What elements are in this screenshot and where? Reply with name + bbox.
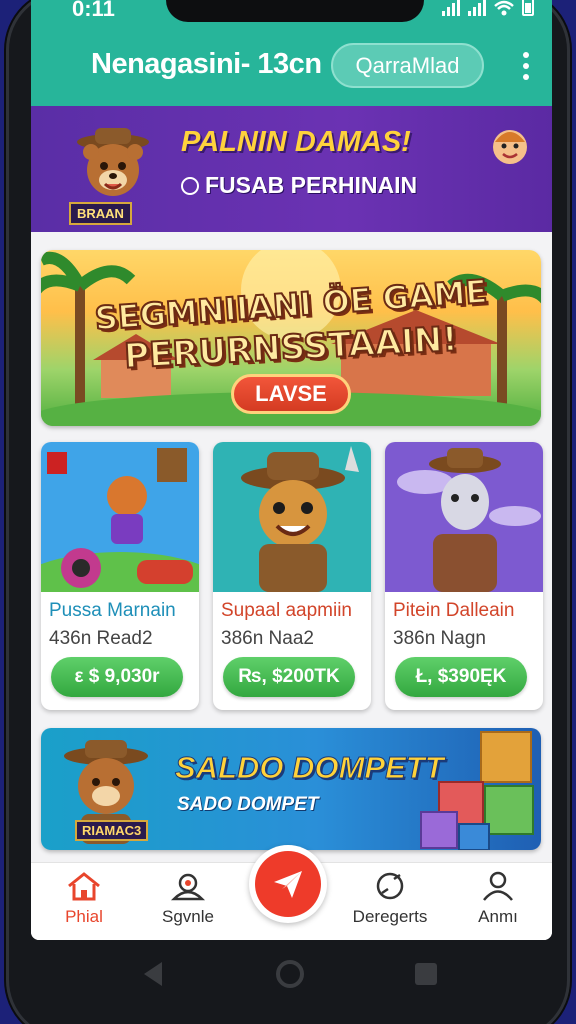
promo-subtitle: FUSAB PERHINAIN xyxy=(181,172,417,199)
coin-icon xyxy=(181,177,199,195)
game-card[interactable]: Supaal aapmiin 386n Naa2 ₨, $200TK xyxy=(213,442,371,710)
status-icons xyxy=(442,0,534,16)
app-bar: 0:11 Nenagasini- 13cn QarraMlad xyxy=(31,0,552,106)
game-name: Pussa Marnain xyxy=(49,600,176,621)
wifi-icon xyxy=(494,0,514,16)
deposit-icon xyxy=(376,872,404,900)
game-art-image xyxy=(385,442,543,592)
hero-banner[interactable]: SEGMNIIANI ÖE GAME PERURNSSTAAIN! LAVSE xyxy=(41,250,541,426)
mascot-face-icon xyxy=(493,130,527,164)
camera-notch xyxy=(166,0,424,22)
promo-banner[interactable]: BRAAN PALNIN DAMAS! FUSAB PERHINAIN xyxy=(31,106,552,232)
game-price-button[interactable]: ε $ 9,030r xyxy=(51,657,183,697)
recents-icon[interactable] xyxy=(412,960,440,988)
nav-label: Deregerts xyxy=(352,907,428,926)
signal-2-icon xyxy=(468,0,486,16)
game-art-image xyxy=(213,442,371,592)
wallet-balance-banner[interactable]: RIAMAC3 SALDO DOMPETT SADO DOMPET xyxy=(41,728,541,850)
nav-item-home[interactable]: Phial xyxy=(39,871,129,927)
app-screen: 0:11 Nenagasini- 13cn QarraMlad BRAAN PA… xyxy=(31,0,552,940)
blocks-illustration xyxy=(420,731,534,850)
app-title: Nenagasini- 13cn xyxy=(91,48,322,80)
games-icon xyxy=(170,873,206,901)
home-icon xyxy=(68,872,100,901)
game-name: Pitein Dalleain xyxy=(393,600,515,621)
header-action-button[interactable]: QarraMlad xyxy=(331,43,484,88)
mascot-bear-icon xyxy=(77,128,149,196)
center-action-button[interactable] xyxy=(249,845,327,923)
profile-icon xyxy=(483,871,513,901)
signal-icon xyxy=(442,0,460,16)
bottom-navigation: Phial Sgvnle Deregerts Anmı xyxy=(31,845,552,940)
game-players: 386n Nagn xyxy=(393,628,486,649)
promo-subtitle-text: FUSAB PERHINAIN xyxy=(205,172,418,198)
game-card[interactable]: Pitein Dalleain 386n Nagn Ł, $390ĘK xyxy=(385,442,543,710)
nav-item-deposit[interactable]: Deregerts xyxy=(345,871,435,927)
nav-label: Anmı xyxy=(478,907,518,926)
status-time: 0:11 xyxy=(72,0,115,21)
more-options-icon[interactable] xyxy=(522,52,530,80)
nav-item-profile[interactable]: Anmı xyxy=(453,871,543,927)
battery-icon xyxy=(522,0,534,16)
game-art-image xyxy=(41,442,199,592)
send-icon xyxy=(274,871,302,898)
brand-badge: RIAMAC3 xyxy=(75,820,149,841)
nav-label: Phial xyxy=(65,907,103,926)
nav-item-games[interactable]: Sgvnle xyxy=(143,871,233,927)
wallet-subtitle: SADO DOMPET xyxy=(177,794,319,815)
game-price-button[interactable]: Ł, $390ĘK xyxy=(395,657,527,697)
nav-label: Sgvnle xyxy=(162,907,214,926)
promo-title: PALNIN DAMAS! xyxy=(181,126,411,158)
game-name: Supaal aapmiin xyxy=(221,600,352,621)
brand-badge: BRAAN xyxy=(69,202,132,225)
game-players: 436n Read2 xyxy=(49,628,153,649)
game-price-button[interactable]: ₨, $200TK xyxy=(223,657,355,697)
back-icon[interactable] xyxy=(140,960,168,988)
game-players: 386n Naa2 xyxy=(221,628,314,649)
game-card[interactable]: Pussa Marnain 436n Read2 ε $ 9,030r xyxy=(41,442,199,710)
hero-cta-button[interactable]: LAVSE xyxy=(231,374,351,414)
home-button-icon[interactable] xyxy=(274,958,306,990)
system-navigation-bar xyxy=(0,940,576,1010)
wallet-title: SALDO DOMPETT xyxy=(175,750,445,786)
